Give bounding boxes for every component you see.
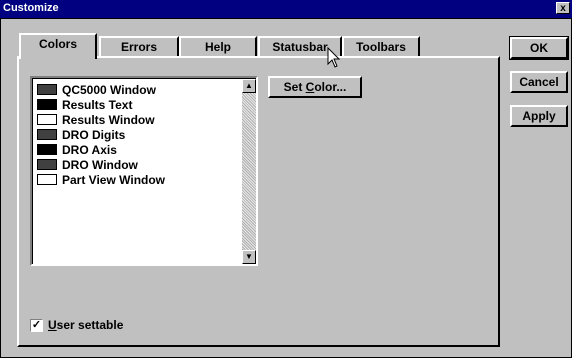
color-swatch: [37, 84, 57, 95]
set-color-button[interactable]: Set Color...: [268, 76, 362, 98]
tab-label: Errors: [120, 40, 158, 54]
color-element-list[interactable]: QC5000 Window Results Text Results Windo…: [30, 76, 258, 266]
mouse-pointer-icon: [327, 47, 341, 68]
tab-errors[interactable]: Errors: [99, 36, 179, 58]
tab-label: Statusbar: [272, 40, 328, 54]
user-settable-label: User settable: [48, 318, 124, 332]
list-item-label: DRO Window: [62, 157, 138, 172]
list-item[interactable]: DRO Axis: [37, 142, 165, 157]
tab-label: Help: [204, 40, 231, 54]
color-swatch: [37, 114, 57, 125]
list-item-label: DRO Axis: [62, 142, 117, 157]
window-title: Customize: [3, 2, 59, 14]
tab-toolbars[interactable]: Toolbars: [342, 36, 420, 58]
list-item[interactable]: Part View Window: [37, 172, 165, 187]
list-item[interactable]: Results Text: [37, 97, 165, 112]
set-color-label: Set Color...: [283, 80, 347, 94]
tab-help[interactable]: Help: [179, 36, 257, 58]
list-item-label: Part View Window: [62, 172, 166, 187]
close-icon[interactable]: x: [556, 2, 570, 14]
color-swatch: [37, 144, 57, 155]
color-swatch: [37, 99, 57, 110]
list-item[interactable]: Results Window: [37, 112, 165, 127]
color-swatch: [37, 174, 57, 185]
apply-button[interactable]: Apply: [510, 105, 568, 127]
list-item-label: DRO Digits: [62, 127, 126, 142]
vertical-scrollbar[interactable]: ▲ ▼: [242, 79, 256, 264]
scroll-up-icon[interactable]: ▲: [242, 79, 256, 93]
list-item-label: Results Window: [62, 112, 155, 127]
color-swatch: [37, 159, 57, 170]
list-item[interactable]: QC5000 Window: [37, 82, 165, 97]
list-item[interactable]: DRO Digits: [37, 127, 165, 142]
tab-label: Toolbars: [356, 40, 406, 54]
user-settable-checkbox[interactable]: ✓: [30, 318, 43, 332]
list-item-label: QC5000 Window: [62, 82, 156, 97]
color-swatch: [37, 129, 57, 140]
tab-label: Colors: [38, 37, 77, 51]
list-item[interactable]: DRO Window: [37, 157, 165, 172]
list-item-label: Results Text: [62, 97, 133, 112]
ok-button[interactable]: OK: [509, 36, 569, 60]
scroll-down-icon[interactable]: ▼: [242, 250, 256, 264]
title-bar: Customize x: [0, 0, 572, 18]
tab-colors[interactable]: Colors: [19, 33, 97, 59]
cancel-button[interactable]: Cancel: [510, 71, 568, 93]
user-settable-checkbox-row[interactable]: ✓ User settable: [30, 318, 123, 332]
checkmark-icon: ✓: [31, 318, 42, 331]
